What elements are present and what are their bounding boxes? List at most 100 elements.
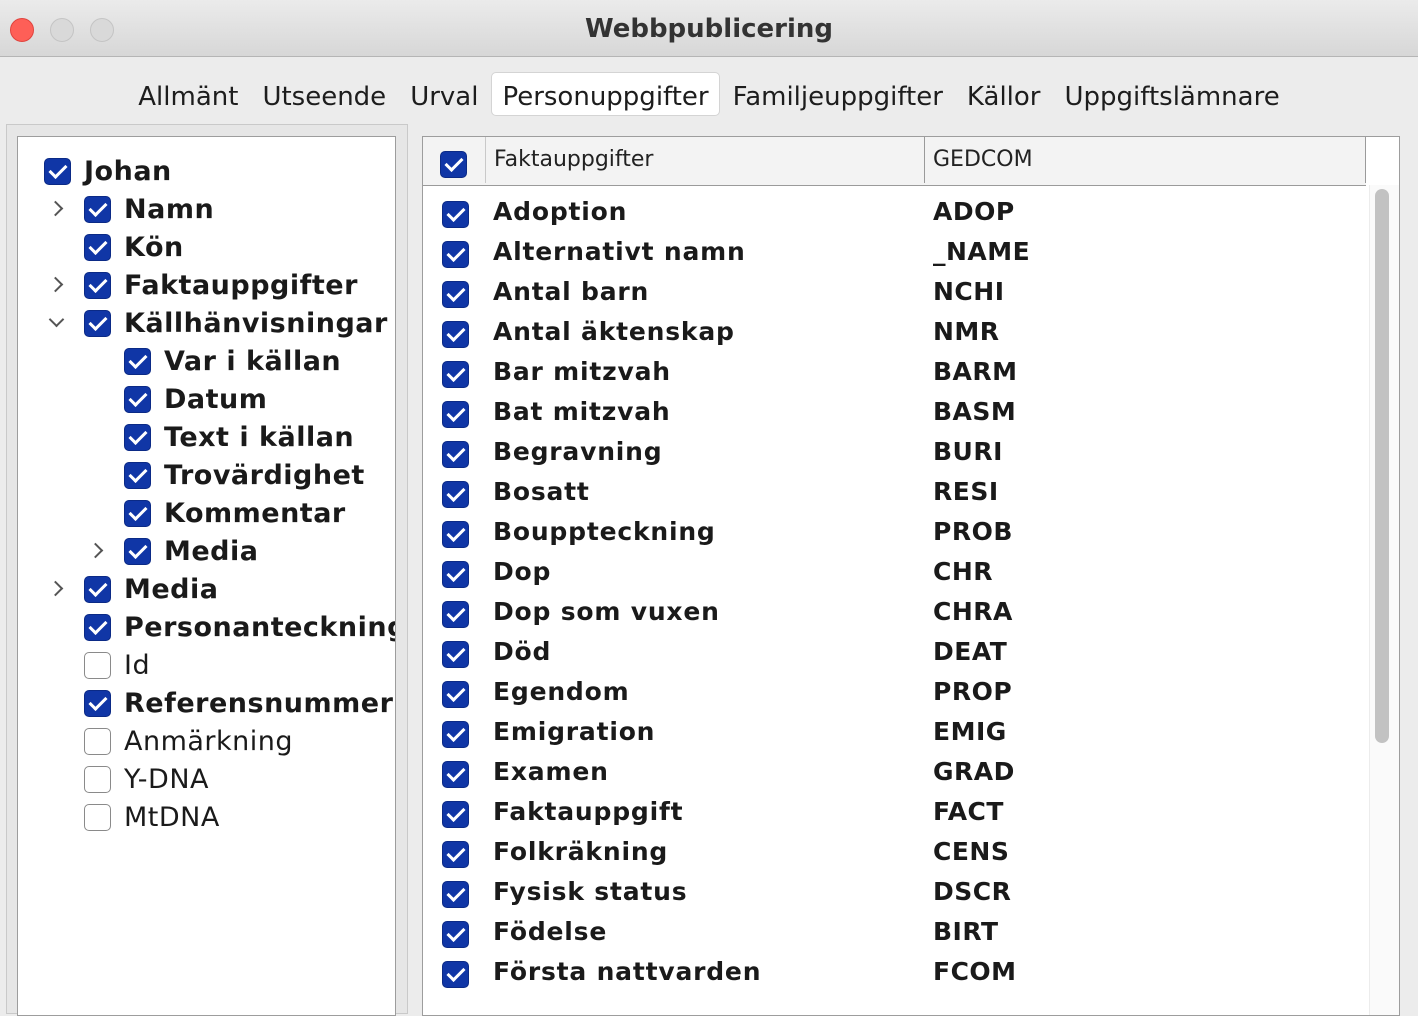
tree-item[interactable]: Referensnummer xyxy=(18,685,395,723)
table-row[interactable]: Begravning BURI xyxy=(423,433,1366,473)
tree-item[interactable]: Personanteckningar xyxy=(18,609,395,647)
tree-item-label: Datum xyxy=(164,384,268,415)
tree-item[interactable]: Media xyxy=(18,533,395,571)
tab-personuppgifter[interactable]: Personuppgifter xyxy=(491,72,720,116)
tree-item-label: Y-DNA xyxy=(124,764,209,795)
select-all-checkbox[interactable] xyxy=(440,151,467,178)
tree-item-checkbox[interactable] xyxy=(84,690,111,717)
tab-urval[interactable]: Urval xyxy=(399,72,489,116)
tree-item-checkbox[interactable] xyxy=(84,728,111,755)
tree-item-checkbox[interactable] xyxy=(124,500,151,527)
table-row[interactable]: Bouppteckning PROB xyxy=(423,513,1366,553)
table-row[interactable]: Antal äktenskap NMR xyxy=(423,313,1366,353)
chevron-right-icon[interactable] xyxy=(42,271,70,299)
tree-item-checkbox[interactable] xyxy=(84,272,111,299)
table-row[interactable]: Adoption ADOP xyxy=(423,193,1366,233)
tab-k-llor[interactable]: Källor xyxy=(956,72,1052,116)
table-row[interactable]: Alternativt namn _NAME xyxy=(423,233,1366,273)
tree-item[interactable]: Text i källan xyxy=(18,419,395,457)
chevron-right-icon[interactable] xyxy=(82,537,110,565)
row-checkbox[interactable] xyxy=(442,601,469,628)
window-title: Webbpublicering xyxy=(584,14,834,44)
table-row[interactable]: Faktauppgift FACT xyxy=(423,793,1366,833)
tree-item-checkbox[interactable] xyxy=(124,462,151,489)
tab-allm-nt[interactable]: Allmänt xyxy=(127,72,249,116)
tree-item-checkbox[interactable] xyxy=(124,348,151,375)
column-header-fact[interactable]: Faktauppgifter xyxy=(485,137,925,183)
row-checkbox[interactable] xyxy=(442,961,469,988)
row-checkbox[interactable] xyxy=(442,441,469,468)
fact-name: Fysisk status xyxy=(493,877,688,906)
tree-item[interactable]: MtDNA xyxy=(18,799,395,837)
row-checkbox[interactable] xyxy=(442,681,469,708)
table-row[interactable]: Bat mitzvah BASM xyxy=(423,393,1366,433)
column-header-gedcom[interactable]: GEDCOM xyxy=(925,137,1366,183)
tree-item[interactable]: Y-DNA xyxy=(18,761,395,799)
chevron-right-icon[interactable] xyxy=(42,575,70,603)
row-checkbox[interactable] xyxy=(442,721,469,748)
tree-item-checkbox[interactable] xyxy=(44,158,71,185)
table-row[interactable]: Fysisk status DSCR xyxy=(423,873,1366,913)
row-checkbox[interactable] xyxy=(442,281,469,308)
row-checkbox[interactable] xyxy=(442,881,469,908)
tree-item-checkbox[interactable] xyxy=(84,804,111,831)
table-row[interactable]: Examen GRAD xyxy=(423,753,1366,793)
tree-item[interactable]: Var i källan xyxy=(18,343,395,381)
tree-item-checkbox[interactable] xyxy=(84,576,111,603)
tree-item[interactable]: Id xyxy=(18,647,395,685)
tree-item-checkbox[interactable] xyxy=(124,538,151,565)
tree-item[interactable]: Kön xyxy=(18,229,395,267)
tab-familjeuppgifter[interactable]: Familjeuppgifter xyxy=(722,72,954,116)
row-checkbox[interactable] xyxy=(442,841,469,868)
table-row[interactable]: Bar mitzvah BARM xyxy=(423,353,1366,393)
tree-item-checkbox[interactable] xyxy=(124,424,151,451)
table-row[interactable]: Folkräkning CENS xyxy=(423,833,1366,873)
tree-item[interactable]: Namn xyxy=(18,191,395,229)
row-checkbox[interactable] xyxy=(442,241,469,268)
row-checkbox[interactable] xyxy=(442,921,469,948)
table-row[interactable]: Dop som vuxen CHRA xyxy=(423,593,1366,633)
tree-item-checkbox[interactable] xyxy=(84,234,111,261)
row-checkbox[interactable] xyxy=(442,561,469,588)
row-checkbox[interactable] xyxy=(442,641,469,668)
tree-item-checkbox[interactable] xyxy=(84,310,111,337)
table-row[interactable]: Antal barn NCHI xyxy=(423,273,1366,313)
table-row[interactable]: Emigration EMIG xyxy=(423,713,1366,753)
table-row[interactable]: Födelse BIRT xyxy=(423,913,1366,953)
table-row[interactable]: Egendom PROP xyxy=(423,673,1366,713)
tab-uppgiftsl-mnare[interactable]: Uppgiftslämnare xyxy=(1054,72,1291,116)
scrollbar-thumb[interactable] xyxy=(1375,189,1389,743)
gedcom-code: BARM xyxy=(933,357,1018,386)
table-row[interactable]: Död DEAT xyxy=(423,633,1366,673)
tree-item[interactable]: Datum xyxy=(18,381,395,419)
table-row[interactable]: Bosatt RESI xyxy=(423,473,1366,513)
chevron-down-icon[interactable] xyxy=(42,309,70,337)
fact-name: Bouppteckning xyxy=(493,517,716,546)
row-checkbox[interactable] xyxy=(442,481,469,508)
tree-item-checkbox[interactable] xyxy=(84,614,111,641)
tree-item[interactable]: Faktauppgifter xyxy=(18,267,395,305)
tree-item[interactable]: Källhänvisningar xyxy=(18,305,395,343)
tree-item-checkbox[interactable] xyxy=(124,386,151,413)
tree-item-checkbox[interactable] xyxy=(84,766,111,793)
row-checkbox[interactable] xyxy=(442,521,469,548)
row-checkbox[interactable] xyxy=(442,401,469,428)
chevron-right-icon[interactable] xyxy=(42,195,70,223)
row-checkbox[interactable] xyxy=(442,321,469,348)
table-row[interactable]: Första nattvarden FCOM xyxy=(423,953,1366,993)
table-row[interactable]: Dop CHR xyxy=(423,553,1366,593)
row-checkbox[interactable] xyxy=(442,201,469,228)
tree-item[interactable]: Johan xyxy=(18,153,395,191)
row-checkbox[interactable] xyxy=(442,761,469,788)
row-checkbox[interactable] xyxy=(442,361,469,388)
tree-item[interactable]: Trovärdighet xyxy=(18,457,395,495)
tree-item[interactable]: Kommentar xyxy=(18,495,395,533)
tree-item-checkbox[interactable] xyxy=(84,196,111,223)
tree-item-checkbox[interactable] xyxy=(84,652,111,679)
tree-item[interactable]: Media xyxy=(18,571,395,609)
tab-utseende[interactable]: Utseende xyxy=(251,72,397,116)
fact-name: Alternativt namn xyxy=(493,237,746,266)
gedcom-code: GRAD xyxy=(933,757,1015,786)
row-checkbox[interactable] xyxy=(442,801,469,828)
tree-item[interactable]: Anmärkning xyxy=(18,723,395,761)
